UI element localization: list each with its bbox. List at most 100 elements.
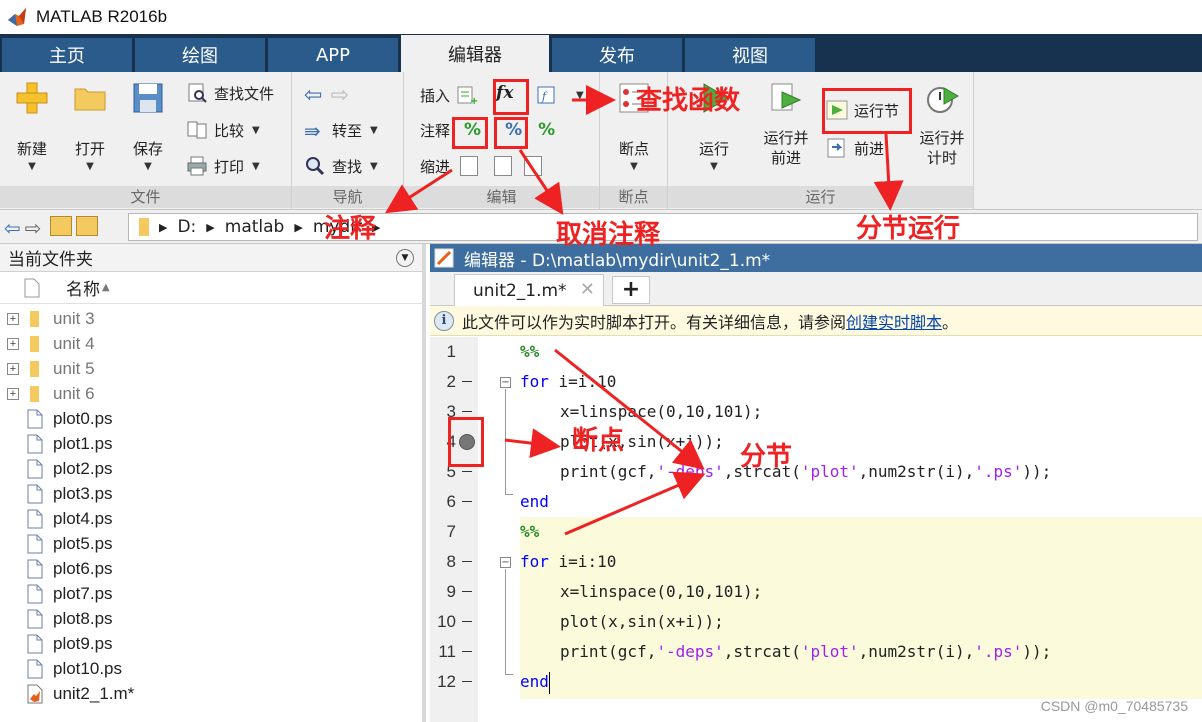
print-button[interactable]: 打印 ▼ bbox=[186, 153, 260, 179]
insert-function-button[interactable]: fx bbox=[496, 80, 513, 106]
chevron-down-icon: ▼ bbox=[86, 161, 94, 172]
expand-icon[interactable]: + bbox=[7, 312, 19, 325]
code-area[interactable]: − − 1 2 3 4 5 6 7 8 9 10 11 12 %% for i=i:10 x=lins… bbox=[430, 337, 1202, 722]
insert-button[interactable]: 插入 + bbox=[420, 82, 478, 108]
svg-text:+: + bbox=[470, 96, 478, 106]
open-button[interactable]: 打开 ▼ bbox=[64, 80, 116, 172]
breakpoint-slot[interactable] bbox=[462, 411, 472, 412]
tab-editor[interactable]: 编辑器 bbox=[401, 35, 549, 72]
uncomment-button[interactable]: % bbox=[505, 120, 522, 140]
tab-home[interactable]: 主页 bbox=[2, 38, 132, 72]
forward-arrow-icon[interactable]: ⇨ bbox=[25, 216, 42, 240]
gutter-row: 10 bbox=[430, 607, 1202, 637]
breakpoint-slot[interactable] bbox=[462, 561, 472, 562]
list-item[interactable]: + unit 6 bbox=[0, 381, 422, 406]
path-part[interactable]: matlab bbox=[225, 217, 285, 237]
insert-label: 插入 bbox=[420, 86, 451, 105]
expand-icon[interactable]: + bbox=[7, 337, 19, 350]
list-item[interactable]: plot3.ps bbox=[0, 481, 422, 506]
list-item-name: plot6.ps bbox=[53, 558, 113, 578]
goto-button[interactable]: ⇛ 转至 ▼ bbox=[304, 117, 378, 143]
list-item[interactable]: plot0.ps bbox=[0, 406, 422, 431]
create-live-script-link[interactable]: 创建实时脚本 bbox=[846, 309, 942, 333]
increase-indent-button[interactable] bbox=[494, 156, 513, 176]
list-item[interactable]: + unit 3 bbox=[0, 306, 422, 331]
tab-publish[interactable]: 发布 bbox=[552, 38, 682, 72]
list-item[interactable]: plot1.ps bbox=[0, 431, 422, 456]
file-icon bbox=[27, 609, 43, 628]
list-item[interactable]: plot2.ps bbox=[0, 456, 422, 481]
line-number: 8 bbox=[446, 552, 456, 571]
breakpoint-slot[interactable] bbox=[462, 681, 472, 682]
find-button[interactable]: 查找 ▼ bbox=[304, 153, 378, 179]
name-column-header[interactable]: 名称 bbox=[66, 275, 100, 300]
gutter-row: 4 bbox=[430, 427, 1202, 457]
list-item[interactable]: + unit 5 bbox=[0, 356, 422, 381]
breakpoint-slot[interactable] bbox=[462, 381, 472, 382]
run-and-advance-button[interactable]: 运行并 前进 bbox=[756, 80, 816, 168]
matlab-logo-icon bbox=[8, 8, 26, 26]
file-icon bbox=[27, 584, 43, 603]
path-field[interactable]: ▶ D: ▶ matlab ▶ mydir ▶ bbox=[128, 213, 1198, 241]
new-tab-button[interactable]: + bbox=[612, 276, 650, 304]
run-and-time-button[interactable]: 运行并 计时 bbox=[912, 80, 972, 168]
decrease-indent-button[interactable] bbox=[524, 156, 543, 176]
browse-folder-icon[interactable] bbox=[75, 216, 98, 236]
save-button[interactable]: 保存 ▼ bbox=[122, 80, 174, 172]
close-icon[interactable]: ✕ bbox=[580, 279, 595, 300]
list-item[interactable]: + unit 4 bbox=[0, 331, 422, 356]
breakpoint-slot[interactable] bbox=[462, 651, 472, 652]
chevron-down-icon: ▼ bbox=[576, 89, 584, 101]
list-item[interactable]: plot9.ps bbox=[0, 631, 422, 656]
comment-button[interactable]: % bbox=[464, 120, 481, 140]
breakpoint-slot[interactable] bbox=[462, 501, 472, 502]
breakpoint-slot[interactable] bbox=[462, 621, 472, 622]
file-icon bbox=[27, 459, 43, 478]
find-files-button[interactable]: 查找文件 bbox=[186, 80, 274, 106]
chevron-down-icon: ▼ bbox=[370, 160, 378, 172]
path-part[interactable]: D: bbox=[177, 217, 196, 237]
expand-icon[interactable]: + bbox=[7, 362, 19, 375]
back-forward-buttons[interactable]: ⇦ ⇨ bbox=[304, 82, 349, 108]
breakpoint-slot[interactable] bbox=[462, 591, 472, 592]
list-item[interactable]: plot4.ps bbox=[0, 506, 422, 531]
run-section-button[interactable]: 运行节 bbox=[826, 97, 899, 123]
find-files-icon bbox=[188, 83, 207, 103]
expand-icon[interactable]: + bbox=[7, 387, 19, 400]
list-item[interactable]: plot10.ps bbox=[0, 656, 422, 681]
list-item[interactable]: plot8.ps bbox=[0, 606, 422, 631]
list-item-name: plot5.ps bbox=[53, 533, 113, 553]
up-folder-icon[interactable] bbox=[49, 216, 72, 236]
compare-button[interactable]: 比较 ▼ bbox=[186, 117, 260, 143]
list-item[interactable]: plot6.ps bbox=[0, 556, 422, 581]
toolstrip-tabs: 主页 绘图 APP 编辑器 发布 视图 bbox=[0, 34, 1202, 72]
new-button[interactable]: 新建 ▼ bbox=[6, 80, 58, 172]
ribbon: 新建 ▼ 打开 ▼ 保存 ▼ 查找文件 比较 ▼ 打印 ▼ 文件 ⇦ ⇨ ⇛ 转… bbox=[0, 72, 1202, 210]
tab-apps[interactable]: APP bbox=[268, 38, 398, 72]
tab-view[interactable]: 视图 bbox=[685, 38, 815, 72]
breakpoint-marker[interactable] bbox=[459, 434, 475, 450]
ribbon-section-edit-label: 编辑 bbox=[404, 186, 599, 208]
current-folder-panel: 当前文件夹 ▼ 名称 ▲ + unit 3 + unit 4 + unit 5 + unit … bbox=[0, 244, 426, 722]
smart-indent-button[interactable] bbox=[460, 156, 479, 176]
panel-menu-icon[interactable]: ▼ bbox=[396, 249, 414, 267]
run-advance-icon bbox=[771, 83, 802, 111]
folder-icon bbox=[74, 88, 106, 111]
wrap-comments-button[interactable]: % bbox=[538, 120, 555, 140]
info-text: 此文件可以作为实时脚本打开。有关详细信息，请参阅 bbox=[462, 312, 847, 332]
list-item[interactable]: plot5.ps bbox=[0, 531, 422, 556]
file-tab-unit2-1[interactable]: unit2_1.m* ✕ bbox=[454, 274, 604, 306]
gutter-row: 3 bbox=[430, 397, 1202, 427]
file-icon bbox=[27, 409, 43, 428]
back-arrow-icon[interactable]: ⇦ bbox=[4, 216, 21, 240]
advance-icon bbox=[827, 138, 845, 158]
advance-button[interactable]: 前进 bbox=[826, 135, 884, 161]
tab-plots[interactable]: 绘图 bbox=[135, 38, 265, 72]
breakpoint-slot[interactable] bbox=[462, 471, 472, 472]
list-item[interactable]: unit2_1.m* bbox=[0, 681, 422, 706]
chevron-down-icon: ▼ bbox=[370, 124, 378, 136]
function-template-button[interactable]: f ▼ bbox=[536, 82, 584, 108]
list-item-name: plot1.ps bbox=[53, 433, 113, 453]
run-and-advance-label: 运行并 前进 bbox=[763, 129, 809, 167]
list-item[interactable]: plot7.ps bbox=[0, 581, 422, 606]
